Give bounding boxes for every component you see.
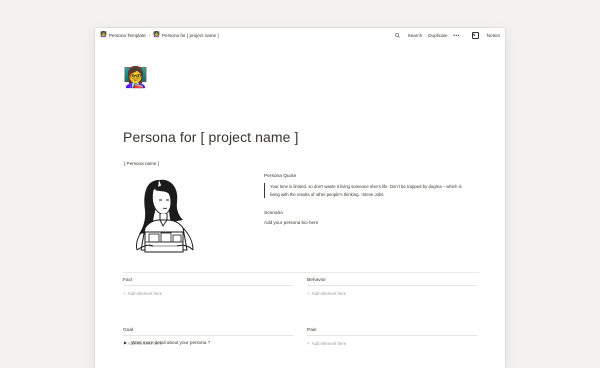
divider	[123, 272, 479, 273]
breadcrumb-item-template[interactable]: 👩‍🏫 Persona Template	[100, 32, 146, 38]
fact-database-title[interactable]: Fact	[123, 278, 293, 286]
goal-database-title[interactable]: Goal	[123, 328, 293, 336]
toggle-label: Want more detail about your persona ?	[131, 340, 211, 345]
top-bar: 👩‍🏫 Persona Template / 👩‍🏫 Persona for […	[95, 28, 505, 42]
more-detail-toggle[interactable]: ▶ Want more detail about your persona ?	[124, 340, 210, 345]
notion-label: Notion	[486, 32, 500, 38]
fact-database: Fact + Add element here	[123, 275, 293, 296]
search-button[interactable]: Search	[394, 32, 423, 38]
add-element-label: Add element here	[311, 291, 347, 296]
persona-quote-block[interactable]: Your time is limited, so don't waste it …	[264, 183, 470, 198]
plus-icon: +	[123, 291, 126, 296]
pain-database-title[interactable]: Pain	[307, 328, 477, 336]
page-title[interactable]: Persona for [ project name ]	[123, 129, 299, 145]
breadcrumb-label: Persona for [ project name ]	[161, 32, 219, 38]
scenario-text[interactable]: Add your persona bio here	[264, 220, 318, 225]
breadcrumb-separator: /	[148, 32, 151, 38]
persona-name-text[interactable]: [ Persona name ]	[124, 161, 159, 166]
plus-icon: +	[307, 291, 310, 296]
persona-quote-heading[interactable]: Persona Quote	[264, 174, 296, 179]
behavior-database-title[interactable]: Behavior	[307, 278, 477, 286]
fact-add-element-button[interactable]: + Add element here	[123, 291, 293, 296]
toggle-triangle-icon[interactable]: ▶	[124, 340, 127, 345]
search-icon	[394, 32, 400, 38]
breadcrumb-item-current-page[interactable]: 👩‍🏫 Persona for [ project name ]	[153, 32, 219, 38]
behavior-database: Behavior + Add element here	[307, 275, 477, 296]
scenario-heading[interactable]: Scenario	[264, 211, 283, 216]
page-emoji-icon[interactable]: 👩‍🏫	[123, 68, 148, 88]
pain-database: Pain + Add element here	[307, 325, 477, 346]
pain-add-element-button[interactable]: + Add element here	[307, 341, 477, 346]
behavior-add-element-button[interactable]: + Add element here	[307, 291, 477, 296]
persona-emoji-icon: 👩‍🏫	[153, 32, 160, 38]
add-element-label: Add element here	[311, 341, 347, 346]
breadcrumb: 👩‍🏫 Persona Template / 👩‍🏫 Persona for […	[100, 32, 219, 38]
persona-emoji-icon: 👩‍🏫	[100, 32, 107, 38]
search-label: Search	[407, 32, 423, 38]
duplicate-button[interactable]: Duplicate	[428, 33, 447, 38]
breadcrumb-label: Persona Template	[108, 32, 146, 38]
plus-icon: +	[307, 341, 310, 346]
add-element-label: Add element here	[127, 291, 163, 296]
persona-illustration	[136, 179, 194, 253]
notion-page-window: 👩‍🏫 Persona Template / 👩‍🏫 Persona for […	[95, 28, 505, 368]
top-bar-actions: Search Duplicate ••• N Notion	[389, 31, 500, 39]
notion-button[interactable]: N Notion	[466, 31, 500, 39]
notion-logo-icon: N	[471, 31, 479, 39]
more-options-button[interactable]: •••	[453, 33, 459, 38]
